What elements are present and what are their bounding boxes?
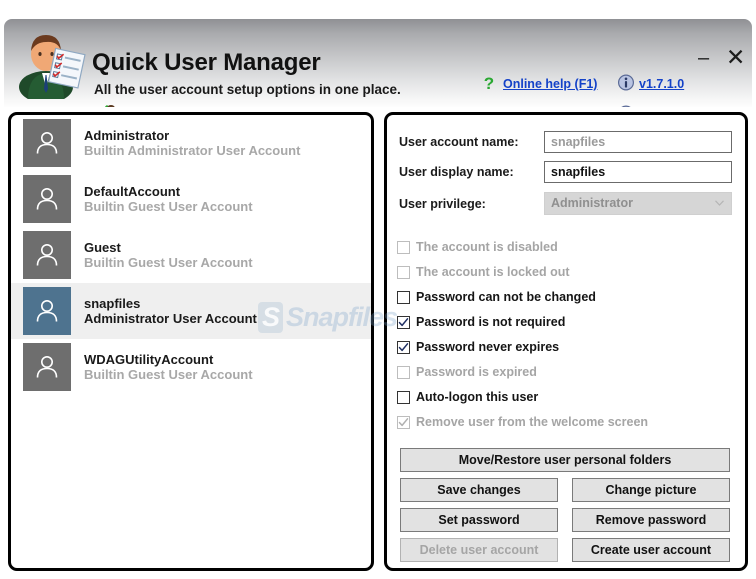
user-privilege-value: Administrator: [551, 196, 633, 210]
checkbox-row[interactable]: Password never expires: [397, 339, 559, 355]
checkbox-label: Auto-logon this user: [416, 389, 539, 404]
user-name: DefaultAccount: [84, 183, 181, 199]
user-name: WDAGUtilityAccount: [84, 351, 214, 367]
user-privilege-select[interactable]: Administrator: [544, 192, 732, 215]
avatar: [23, 231, 71, 279]
checkbox-row: The account is locked out: [397, 264, 570, 280]
checkbox-label: Password never expires: [416, 339, 560, 354]
checkbox-label: The account is disabled: [416, 239, 558, 254]
checkbox: [397, 265, 410, 279]
refresh-icon: [478, 105, 496, 107]
checkbox-row: Remove user from the welcome screen: [397, 414, 648, 430]
checkbox: [397, 240, 410, 254]
list-item-text: snapfiles Administrator User Account: [84, 296, 257, 327]
checkbox-label: Password is expired: [416, 364, 537, 379]
page-subtitle: All the user account setup options in on…: [94, 82, 401, 97]
checkbox-row[interactable]: Password is not required: [397, 314, 565, 330]
checkbox[interactable]: [397, 315, 410, 329]
user-description: Builtin Guest User Account: [84, 199, 253, 214]
person-icon: [36, 132, 58, 154]
user-name: snapfiles: [84, 295, 141, 311]
delete-user-account-button: Delete user account: [400, 538, 558, 562]
version-link[interactable]: v1.7.1.0: [639, 78, 684, 91]
user-display-name-label: User display name:: [399, 165, 514, 179]
list-item[interactable]: Guest Builtin Guest User Account: [11, 227, 371, 283]
checkbox-label: Password is not required: [416, 314, 566, 329]
list-item[interactable]: snapfiles Administrator User Account: [11, 283, 371, 339]
user-description: Builtin Guest User Account: [84, 255, 253, 270]
check-icon: [398, 417, 409, 426]
list-item[interactable]: DefaultAccount Builtin Guest User Account: [11, 171, 371, 227]
avatar: [23, 343, 71, 391]
chevron-down-icon: [715, 200, 724, 206]
change-picture-button[interactable]: Change picture: [572, 478, 730, 502]
checkbox-label: The account is locked out: [416, 264, 570, 279]
user-account-name-input[interactable]: snapfiles: [544, 131, 732, 153]
check-icon: [398, 317, 409, 326]
remove-password-button[interactable]: Remove password: [572, 508, 730, 532]
person-icon: [36, 300, 58, 322]
app-window: Quick User Manager All the user account …: [0, 0, 756, 579]
checkbox[interactable]: [397, 390, 410, 404]
info-icon: [617, 74, 635, 91]
list-item[interactable]: Administrator Builtin Administrator User …: [11, 115, 371, 171]
create-user-account-button[interactable]: Create user account: [572, 538, 730, 562]
checkbox-row[interactable]: Password can not be changed: [397, 289, 596, 305]
user-description: Administrator User Account: [84, 311, 257, 326]
check-icon: [398, 342, 409, 351]
avatar: [23, 287, 71, 335]
user-display-name-input[interactable]: snapfiles: [544, 161, 732, 183]
user-name: Administrator: [84, 127, 170, 143]
app-icon: [19, 35, 86, 99]
user-list: Administrator Builtin Administrator User …: [11, 115, 371, 395]
profile-fixer-icon: [104, 105, 115, 107]
move-restore-folders-button[interactable]: Move/Restore user personal folders: [400, 448, 730, 472]
info-icon: [621, 105, 631, 107]
checkbox-row[interactable]: Auto-logon this user: [397, 389, 538, 405]
checkbox-row: Password is expired: [397, 364, 537, 380]
user-account-name-label: User account name:: [399, 135, 519, 149]
close-button[interactable]: ✕: [726, 46, 745, 69]
avatar: [23, 119, 71, 167]
list-item[interactable]: WDAGUtilityAccount Builtin Guest User Acc…: [11, 339, 371, 395]
list-item-text: Administrator Builtin Administrator User …: [84, 128, 300, 159]
user-privilege-label: User privilege:: [399, 197, 486, 211]
question-mark-icon: ?: [484, 74, 494, 92]
title-bar: Quick User Manager All the user account …: [4, 19, 752, 107]
checkbox[interactable]: [397, 290, 410, 304]
save-changes-button[interactable]: Save changes: [400, 478, 558, 502]
list-item-text: Guest Builtin Guest User Account: [84, 240, 253, 271]
online-help-link[interactable]: Online help (F1): [503, 78, 597, 91]
person-icon: [36, 244, 58, 266]
user-description: Builtin Guest User Account: [84, 367, 253, 382]
user-name: Guest: [84, 239, 121, 255]
user-description: Builtin Administrator User Account: [84, 143, 301, 158]
minimize-button[interactable]: –: [698, 48, 709, 68]
checkbox[interactable]: [397, 340, 410, 354]
user-list-panel: Administrator Builtin Administrator User …: [8, 112, 374, 571]
set-password-button[interactable]: Set password: [400, 508, 558, 532]
checkbox: [397, 415, 410, 429]
checkbox: [397, 365, 410, 379]
list-item-text: DefaultAccount Builtin Guest User Account: [84, 184, 253, 215]
person-icon: [36, 356, 58, 378]
checkbox-row: The account is disabled: [397, 239, 558, 255]
svg-text:?: ?: [484, 74, 494, 92]
page-title: Quick User Manager: [92, 49, 321, 76]
avatar: [23, 175, 71, 223]
checkbox-label: Password can not be changed: [416, 289, 596, 304]
person-icon: [36, 188, 58, 210]
checkbox-label: Remove user from the welcome screen: [416, 414, 649, 429]
list-item-text: WDAGUtilityAccount Builtin Guest User Acc…: [84, 352, 253, 383]
